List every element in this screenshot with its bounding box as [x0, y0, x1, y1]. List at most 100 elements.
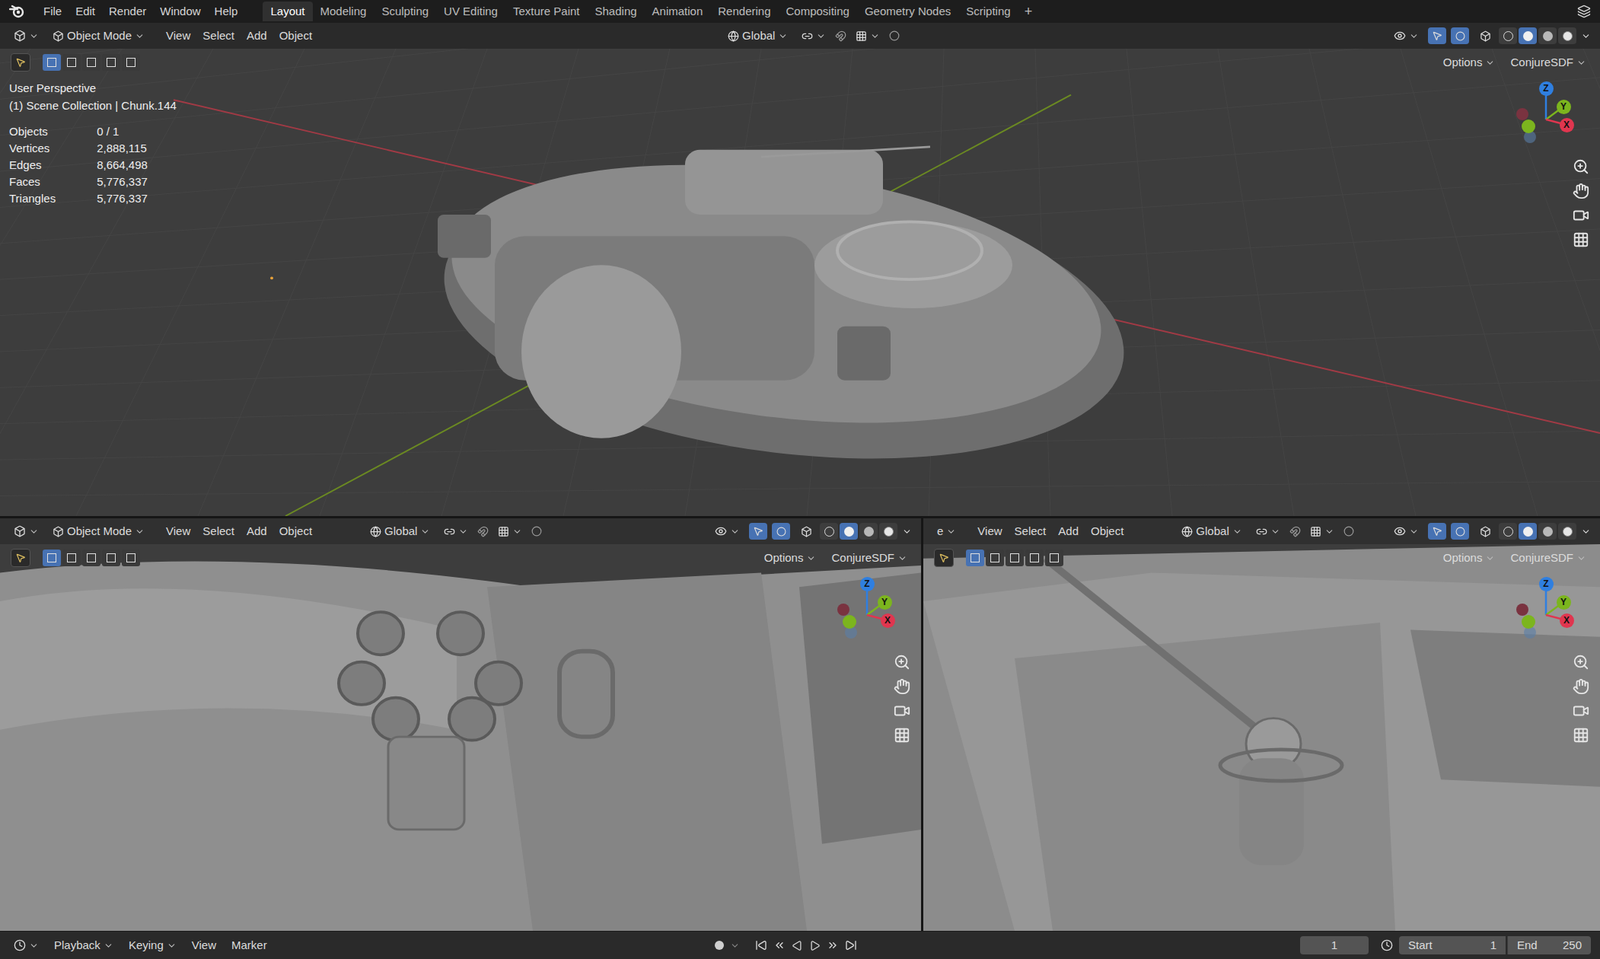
- select-mode-button[interactable]: [121, 54, 141, 71]
- select-mode-button[interactable]: [1005, 549, 1024, 567]
- viewport-menu-item[interactable]: Object: [273, 522, 319, 541]
- editor-type-dropdown[interactable]: [9, 29, 44, 42]
- menu-item[interactable]: Window: [152, 0, 208, 23]
- workspace-tab[interactable]: Modeling: [312, 1, 375, 22]
- navigation-gizmo[interactable]: ZYX: [1511, 77, 1588, 154]
- shading-options-icon[interactable]: [1580, 31, 1591, 42]
- viewport-menu-item[interactable]: View: [971, 522, 1008, 541]
- snap-target-dropdown[interactable]: [850, 30, 885, 42]
- add-workspace-button[interactable]: +: [1018, 1, 1040, 23]
- shading-mode-button[interactable]: [1558, 27, 1577, 45]
- scene-icon[interactable]: [1577, 4, 1591, 19]
- navigation-gizmo[interactable]: ZYX: [832, 573, 909, 650]
- select-mode-button[interactable]: [82, 549, 101, 567]
- workspace-tab[interactable]: UV Editing: [436, 1, 506, 22]
- gizmo-toggle[interactable]: [1427, 522, 1447, 540]
- overlay-toggle[interactable]: [1450, 522, 1470, 540]
- pan-icon[interactable]: [1572, 182, 1590, 200]
- select-mode-button[interactable]: [965, 549, 985, 567]
- menu-item[interactable]: File: [36, 0, 69, 23]
- addon-dropdown[interactable]: ConjureSDF: [826, 548, 912, 568]
- gizmo-axis[interactable]: Y: [1556, 595, 1572, 610]
- active-tool[interactable]: [10, 53, 31, 72]
- viewport-menu-item[interactable]: Select: [1008, 522, 1053, 541]
- timeline-menu[interactable]: Marker: [226, 937, 272, 955]
- timeline-menu[interactable]: Playback: [49, 936, 118, 955]
- jump-end-icon[interactable]: [844, 939, 858, 952]
- pivot-dropdown[interactable]: [1251, 525, 1285, 538]
- camera-view-icon[interactable]: [893, 702, 911, 720]
- ortho-toggle-icon[interactable]: [1572, 726, 1590, 744]
- snap-icon[interactable]: [835, 30, 847, 42]
- xray-icon[interactable]: [800, 525, 813, 538]
- proportional-edit-icon[interactable]: [1343, 525, 1355, 537]
- pivot-dropdown[interactable]: [439, 525, 473, 538]
- record-button[interactable]: [714, 940, 724, 950]
- viewport-menu-item[interactable]: Add: [240, 522, 274, 541]
- gizmo-toggle[interactable]: [749, 522, 768, 540]
- visibility-dropdown[interactable]: [1389, 29, 1424, 42]
- xray-icon[interactable]: [1479, 525, 1492, 538]
- workspace-tab[interactable]: Compositing: [778, 1, 858, 22]
- workspace-tab[interactable]: Scripting: [958, 1, 1018, 22]
- visibility-dropdown[interactable]: [1389, 525, 1424, 538]
- shading-mode-button[interactable]: [1498, 522, 1518, 540]
- gizmo-axis[interactable]: Z: [1539, 576, 1554, 592]
- menu-item[interactable]: Edit: [68, 0, 102, 23]
- chevron-icon[interactable]: [729, 940, 740, 951]
- end-frame-field[interactable]: End250: [1507, 936, 1591, 955]
- select-mode-button[interactable]: [62, 549, 81, 567]
- select-mode-button[interactable]: [121, 549, 141, 567]
- timeline-menu[interactable]: View: [187, 937, 221, 955]
- workspace-tab[interactable]: Rendering: [710, 1, 778, 22]
- shading-options-icon[interactable]: [1580, 526, 1591, 537]
- select-mode-button[interactable]: [1045, 549, 1064, 567]
- shading-options-icon[interactable]: [901, 526, 912, 537]
- pan-icon[interactable]: [893, 678, 911, 695]
- shading-mode-button[interactable]: [1518, 27, 1537, 45]
- active-tool[interactable]: [933, 548, 954, 568]
- orientation-dropdown[interactable]: Global: [1176, 522, 1247, 541]
- ortho-toggle-icon[interactable]: [893, 726, 911, 744]
- workspace-tab[interactable]: Geometry Nodes: [857, 1, 959, 22]
- shading-mode-button[interactable]: [1518, 522, 1537, 540]
- viewport-menu-item[interactable]: Object: [273, 27, 319, 45]
- zoom-icon[interactable]: [1572, 653, 1590, 671]
- viewport-menu-item[interactable]: View: [159, 522, 197, 541]
- proportional-edit-icon[interactable]: [531, 525, 542, 537]
- gizmo-axis[interactable]: X: [1559, 117, 1575, 133]
- workspace-tab[interactable]: Sculpting: [373, 1, 437, 22]
- select-mode-button[interactable]: [101, 54, 121, 71]
- options-dropdown[interactable]: Options: [1438, 548, 1501, 568]
- navigation-gizmo[interactable]: ZYX: [1511, 573, 1588, 650]
- viewport-menu-item[interactable]: Add: [240, 27, 274, 45]
- mode-dropdown[interactable]: Object Mode: [47, 26, 150, 45]
- gizmo-toggle[interactable]: [1427, 27, 1447, 45]
- mode-dropdown[interactable]: e: [932, 522, 961, 541]
- viewport-menu-item[interactable]: Select: [196, 522, 241, 541]
- jump-start-icon[interactable]: [755, 939, 768, 952]
- active-tool[interactable]: [10, 548, 31, 568]
- viewport-canvas[interactable]: OptionsConjureSDFZYX: [923, 544, 1600, 931]
- visibility-dropdown[interactable]: [710, 525, 745, 538]
- gizmo-axis[interactable]: X: [880, 613, 896, 628]
- viewport-canvas[interactable]: OptionsConjureSDF ZYX: [0, 544, 922, 931]
- zoom-icon[interactable]: [893, 653, 911, 671]
- shading-mode-button[interactable]: [879, 522, 898, 540]
- orientation-dropdown[interactable]: Global: [723, 26, 793, 45]
- shading-mode-button[interactable]: [859, 522, 878, 540]
- shading-mode-button[interactable]: [1498, 27, 1518, 45]
- gizmo-axis[interactable]: X: [1559, 613, 1575, 628]
- options-dropdown[interactable]: Options: [759, 548, 822, 568]
- snap-icon[interactable]: [1289, 525, 1301, 538]
- mode-dropdown[interactable]: Object Mode: [47, 522, 150, 541]
- prev-keyframe-icon[interactable]: [773, 939, 786, 952]
- camera-view-icon[interactable]: [1572, 702, 1590, 720]
- gizmo-axis[interactable]: Z: [1539, 81, 1554, 96]
- select-mode-button[interactable]: [42, 54, 61, 71]
- viewport-menu-item[interactable]: View: [159, 27, 197, 45]
- menu-item[interactable]: Help: [207, 0, 246, 23]
- zoom-icon[interactable]: [1572, 158, 1590, 176]
- shading-mode-button[interactable]: [1558, 522, 1577, 540]
- select-mode-button[interactable]: [101, 549, 121, 567]
